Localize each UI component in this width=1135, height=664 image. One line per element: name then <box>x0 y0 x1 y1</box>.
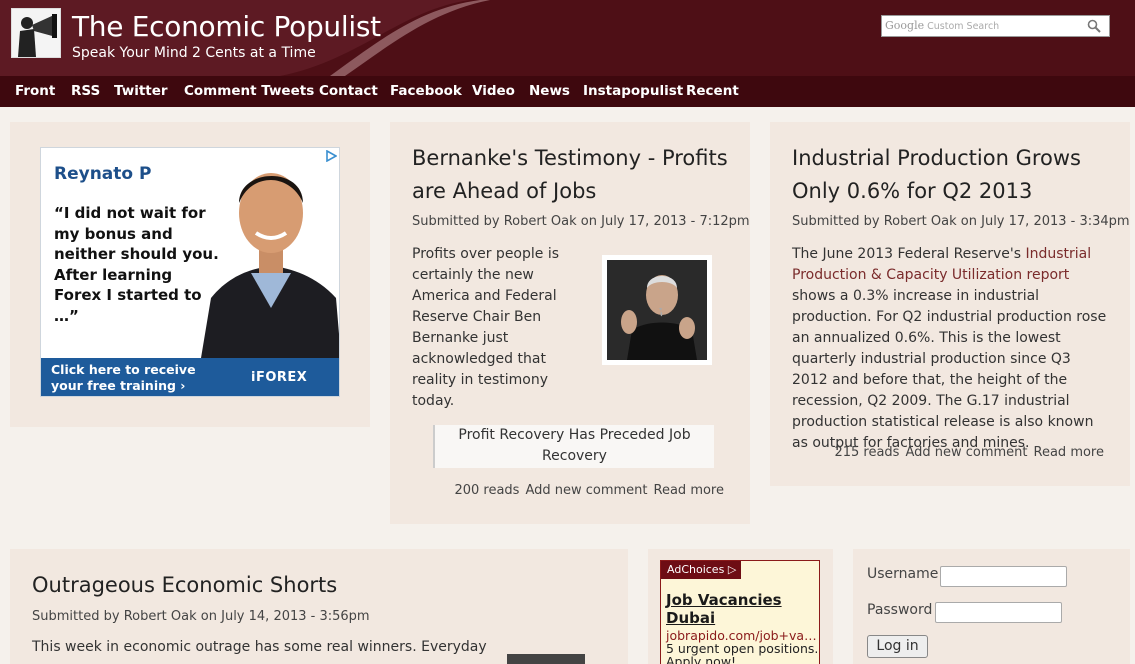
read-count: 200 reads <box>454 483 520 498</box>
nav-recent[interactable]: Recent <box>686 83 739 99</box>
search-input[interactable]: Google Custom Search <box>881 15 1110 37</box>
ad-quote: “I did not wait for my bonus and neither… <box>54 204 219 325</box>
image-caption: Profit Recovery Has Preceded Job Recover… <box>433 425 714 468</box>
article-meta: Submitted by Robert Oak on July 14, 2013… <box>32 609 370 624</box>
ad-person-photo <box>201 173 339 358</box>
article-card: Industrial Production Grows Only 0.6% fo… <box>770 122 1130 486</box>
article-title[interactable]: Bernanke's Testimony - Profits are Ahead… <box>412 142 737 208</box>
megaphone-icon <box>12 9 60 57</box>
read-more-link[interactable]: Read more <box>1034 445 1104 460</box>
username-field[interactable] <box>940 566 1067 587</box>
nav-instapopulist[interactable]: Instapopulist <box>583 83 683 99</box>
search-icon[interactable] <box>1087 19 1101 33</box>
article-title[interactable]: Industrial Production Grows Only 0.6% fo… <box>792 142 1117 208</box>
article-teaser: This week in economic outrage has some r… <box>32 639 487 655</box>
nav-rss[interactable]: RSS <box>71 83 100 99</box>
ad-person-name: Reynato P <box>54 164 152 184</box>
author-link[interactable]: Robert Oak <box>884 214 957 229</box>
author-link[interactable]: Robert Oak <box>124 609 197 624</box>
nav-contact[interactable]: Contact <box>319 83 378 99</box>
login-panel: Username Password Log in <box>853 549 1130 664</box>
username-label: Username <box>867 566 939 582</box>
author-link[interactable]: Robert Oak <box>504 214 577 229</box>
nav-news[interactable]: News <box>529 83 570 99</box>
article-card: Outrageous Economic Shorts Submitted by … <box>10 549 628 664</box>
add-comment-link[interactable]: Add new comment <box>905 445 1027 460</box>
nav-twitter[interactable]: Twitter <box>114 83 168 99</box>
main-nav: Front RSS Twitter Comment Tweets Contact… <box>0 76 1135 107</box>
article-image <box>507 654 585 664</box>
site-header: The Economic Populist Speak Your Mind 2 … <box>0 0 1135 76</box>
read-count: 215 reads <box>834 445 900 460</box>
article-title[interactable]: Outrageous Economic Shorts <box>32 569 337 602</box>
nav-video[interactable]: Video <box>472 83 515 99</box>
article-links: 215 reads Add new comment Read more <box>828 445 1104 460</box>
password-label: Password <box>867 602 933 618</box>
ad-cta[interactable]: Click here to receive your free training… <box>51 362 196 394</box>
nav-facebook[interactable]: Facebook <box>390 83 462 99</box>
site-slogan: Speak Your Mind 2 Cents at a Time <box>72 45 316 61</box>
read-more-link[interactable]: Read more <box>654 483 724 498</box>
article-image <box>602 255 712 365</box>
article-links: 200 reads Add new comment Read more <box>448 483 724 498</box>
adchoices-tag[interactable]: AdChoices ▷ <box>661 561 741 579</box>
article-meta: Submitted by Robert Oak on July 17, 2013… <box>412 214 750 229</box>
article-card: Bernanke's Testimony - Profits are Ahead… <box>390 122 750 524</box>
article-teaser: Profits over people is certainly the new… <box>412 246 560 409</box>
ad-cta-band[interactable]: Click here to receive your free training… <box>41 358 339 396</box>
nav-front[interactable]: Front <box>15 83 55 99</box>
search-placeholder: Google Custom Search <box>885 19 1000 32</box>
job-ad[interactable]: AdChoices ▷ Job Vacancies Dubai jobrapid… <box>660 560 820 664</box>
login-button[interactable]: Log in <box>867 635 928 658</box>
article-teaser: The June 2013 Federal Reserve's Industri… <box>792 246 1107 451</box>
site-logo[interactable] <box>11 8 61 58</box>
ad-brand-logo: iFOREX <box>251 370 308 385</box>
site-name[interactable]: The Economic Populist <box>72 10 381 43</box>
forex-ad[interactable]: Reynato P “I did not wait for my bonus a… <box>40 147 340 397</box>
ad-headline[interactable]: Job Vacancies Dubai <box>666 591 819 627</box>
add-comment-link[interactable]: Add new comment <box>525 483 647 498</box>
play-icon: ▷ <box>727 563 737 576</box>
nav-comment-tweets[interactable]: Comment Tweets <box>184 83 314 99</box>
article-meta: Submitted by Robert Oak on July 17, 2013… <box>792 214 1130 229</box>
bernanke-photo <box>607 260 707 360</box>
ad-description: 5 urgent open positions. Apply now! <box>666 641 819 664</box>
password-field[interactable] <box>935 602 1062 623</box>
